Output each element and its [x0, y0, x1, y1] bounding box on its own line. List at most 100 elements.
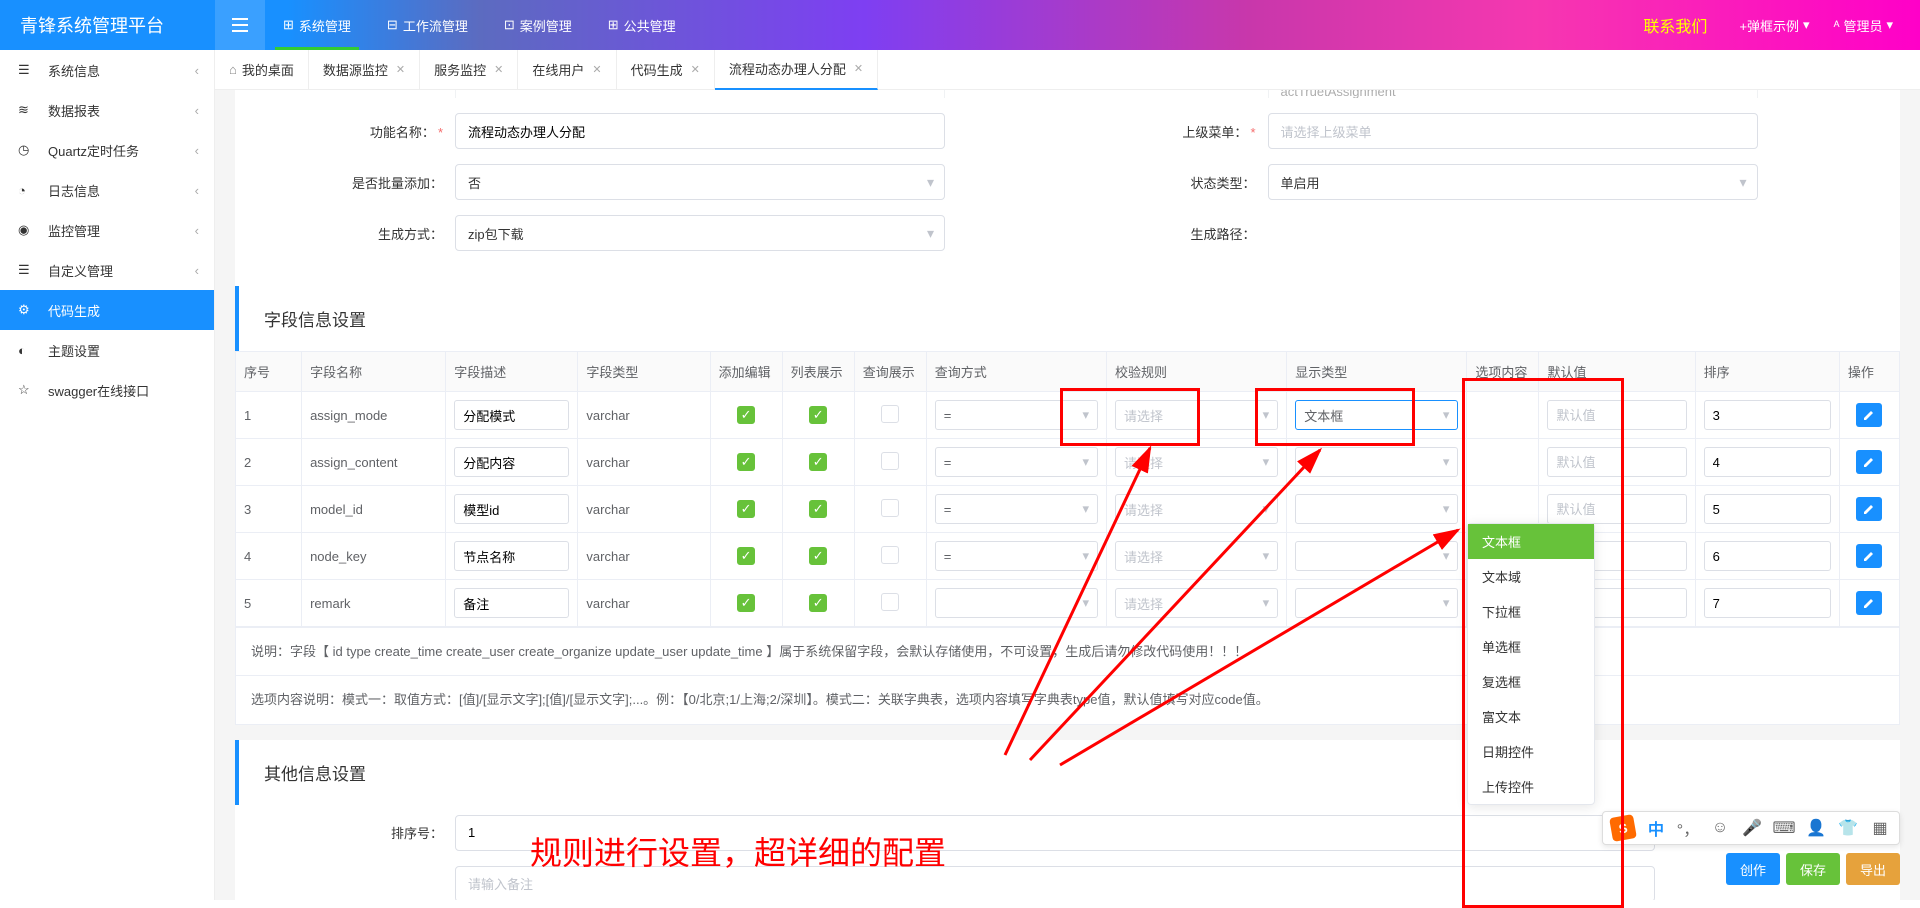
func-name-input[interactable] [455, 113, 945, 149]
edit-button[interactable] [1856, 591, 1882, 615]
display-type-select[interactable] [1295, 494, 1458, 524]
close-icon[interactable]: ✕ [592, 63, 601, 76]
gen-method-select[interactable]: zip包下载 [455, 215, 945, 251]
default-val-input[interactable] [1547, 447, 1686, 477]
contact-us-link[interactable]: 联系我们 [1643, 13, 1707, 37]
checkbox[interactable]: ✓ [737, 594, 755, 612]
dropdown-option[interactable]: 上传控件 [1468, 769, 1594, 804]
field-desc-input[interactable] [454, 494, 569, 524]
field-desc-input[interactable] [454, 541, 569, 571]
remark-input[interactable]: 请输入备注 [455, 866, 1655, 900]
ime-emoji-icon[interactable]: ☺ [1709, 817, 1731, 839]
batch-add-select[interactable]: 否 [455, 164, 945, 200]
close-icon[interactable]: ✕ [494, 63, 503, 76]
checkbox[interactable]: ✓ [737, 453, 755, 471]
checkbox[interactable]: ✓ [809, 547, 827, 565]
display-type-select[interactable]: 文本框 [1295, 400, 1458, 430]
tab-datasource-monitor[interactable]: 数据源监控✕ [309, 50, 420, 90]
valid-rule-select[interactable]: 请选择 [1115, 447, 1278, 477]
valid-rule-select[interactable]: 请选择 [1115, 588, 1278, 618]
edit-button[interactable] [1856, 403, 1882, 427]
sidebar-item-theme[interactable]: ◐主题设置 [0, 330, 214, 370]
ime-punct-icon[interactable]: °， [1677, 817, 1699, 839]
sort-input[interactable] [1704, 541, 1831, 571]
sidebar-toggle-button[interactable] [215, 0, 265, 50]
close-icon[interactable]: ✕ [691, 63, 700, 76]
dropdown-option[interactable]: 日期控件 [1468, 734, 1594, 769]
edit-button[interactable] [1856, 497, 1882, 521]
display-type-select[interactable] [1295, 541, 1458, 571]
valid-rule-select[interactable]: 请选择 [1115, 494, 1278, 524]
nav-public-mgmt[interactable]: ⊞公共管理 [590, 0, 694, 50]
sidebar-item-custom[interactable]: ☰自定义管理‹ [0, 250, 214, 290]
tab-service-monitor[interactable]: 服务监控✕ [420, 50, 518, 90]
checkbox[interactable]: ✓ [737, 500, 755, 518]
sidebar-item-system-info[interactable]: ☰系统信息‹ [0, 50, 214, 90]
status-type-select[interactable]: 单启用 [1268, 164, 1758, 200]
close-icon[interactable]: ✕ [396, 63, 405, 76]
ime-voice-icon[interactable]: 🎤 [1741, 817, 1763, 839]
ime-skin-icon[interactable]: 👕 [1837, 817, 1859, 839]
nav-case-mgmt[interactable]: ⊡案例管理 [486, 0, 590, 50]
valid-rule-select[interactable]: 请选择 [1115, 541, 1278, 571]
checkbox[interactable] [881, 593, 899, 611]
sidebar-item-monitor[interactable]: ◉监控管理‹ [0, 210, 214, 250]
checkbox[interactable] [881, 452, 899, 470]
export-button[interactable]: 导出 [1846, 853, 1900, 885]
dropdown-option[interactable]: 单选框 [1468, 629, 1594, 664]
sidebar-item-quartz[interactable]: ◷Quartz定时任务‹ [0, 130, 214, 170]
checkbox[interactable]: ✓ [809, 500, 827, 518]
display-type-select[interactable] [1295, 447, 1458, 477]
nav-workflow-mgmt[interactable]: ⊟工作流管理 [369, 0, 486, 50]
query-method-select[interactable]: = [935, 541, 1098, 571]
nav-system-mgmt[interactable]: ⊞系统管理 [265, 0, 369, 50]
default-val-input[interactable] [1547, 400, 1686, 430]
sort-input[interactable] [455, 815, 1655, 851]
edit-button[interactable] [1856, 450, 1882, 474]
query-method-select[interactable]: = [935, 494, 1098, 524]
admin-dropdown[interactable]: ᴬ管理员▾ [1822, 0, 1905, 50]
query-method-select[interactable] [935, 588, 1098, 618]
checkbox[interactable]: ✓ [809, 406, 827, 424]
sort-input[interactable] [1704, 588, 1831, 618]
ime-lang-toggle[interactable]: 中 [1645, 817, 1667, 839]
sort-input[interactable] [1704, 447, 1831, 477]
sidebar-item-swagger[interactable]: ☆swagger在线接口 [0, 370, 214, 410]
ime-user-icon[interactable]: 👤 [1805, 817, 1827, 839]
query-method-select[interactable]: = [935, 447, 1098, 477]
sidebar-item-data-report[interactable]: ≋数据报表‹ [0, 90, 214, 130]
parent-menu-select[interactable]: 请选择上级菜单 [1268, 113, 1758, 149]
sidebar-item-log[interactable]: ◔日志信息‹ [0, 170, 214, 210]
field-desc-input[interactable] [454, 447, 569, 477]
popup-demo-dropdown[interactable]: +弹框示例▾ [1727, 0, 1821, 50]
tab-home[interactable]: ⌂我的桌面 [215, 50, 309, 90]
close-icon[interactable]: ✕ [854, 62, 863, 75]
field-desc-input[interactable] [454, 400, 569, 430]
sidebar-item-codegen[interactable]: ⚙代码生成 [0, 290, 214, 330]
dropdown-option[interactable]: 文本框 [1468, 524, 1594, 559]
checkbox[interactable] [881, 405, 899, 423]
checkbox[interactable]: ✓ [809, 594, 827, 612]
dropdown-option[interactable]: 复选框 [1468, 664, 1594, 699]
checkbox[interactable]: ✓ [737, 406, 755, 424]
edit-button[interactable] [1856, 544, 1882, 568]
tab-online-user[interactable]: 在线用户✕ [518, 50, 616, 90]
display-type-dropdown[interactable]: 文本框文本域下拉框单选框复选框富文本日期控件上传控件 [1467, 523, 1595, 805]
display-type-select[interactable] [1295, 588, 1458, 618]
create-button[interactable]: 创作 [1726, 853, 1780, 885]
ime-keyboard-icon[interactable]: ⌨ [1773, 817, 1795, 839]
save-button[interactable]: 保存 [1786, 853, 1840, 885]
checkbox[interactable] [881, 546, 899, 564]
query-method-select[interactable]: = [935, 400, 1098, 430]
default-val-input[interactable] [1547, 494, 1686, 524]
dropdown-option[interactable]: 文本域 [1468, 559, 1594, 594]
sort-input[interactable] [1704, 494, 1831, 524]
checkbox[interactable]: ✓ [737, 547, 755, 565]
checkbox[interactable]: ✓ [809, 453, 827, 471]
ime-toolbox-icon[interactable]: ▦ [1869, 817, 1891, 839]
dropdown-option[interactable]: 下拉框 [1468, 594, 1594, 629]
dropdown-option[interactable]: 富文本 [1468, 699, 1594, 734]
tab-codegen[interactable]: 代码生成✕ [617, 50, 715, 90]
valid-rule-select[interactable]: 请选择 [1115, 400, 1278, 430]
tab-workflow-assign[interactable]: 流程动态办理人分配✕ [715, 50, 878, 90]
